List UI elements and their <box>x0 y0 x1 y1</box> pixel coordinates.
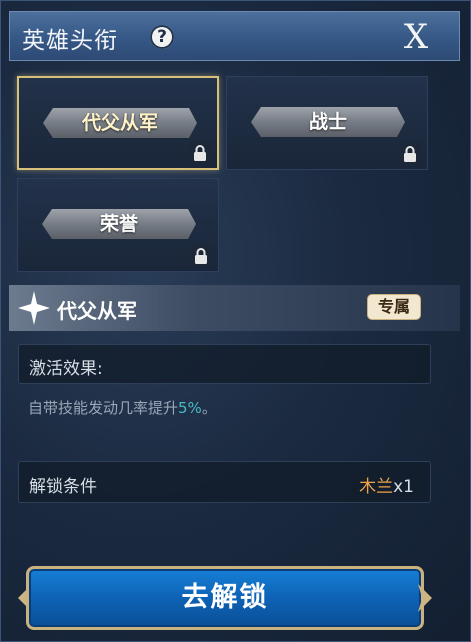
effect-panel: 激活效果: <box>18 344 431 384</box>
unlock-condition-panel: 解锁条件 木兰x1 <box>18 461 431 503</box>
go-unlock-label: 去解锁 <box>181 582 269 613</box>
effect-description: 自带技能发动几率提升5%。 <box>28 397 217 418</box>
title-card-zhanshi[interactable]: 战士 <box>226 76 428 170</box>
star-icon <box>18 291 50 325</box>
effect-label: 激活效果: <box>29 359 103 379</box>
page-title: 英雄头衔 <box>22 28 118 54</box>
title-card-label: 战士 <box>308 111 347 133</box>
lock-icon <box>399 143 421 165</box>
title-card-daifucongjun[interactable]: 代父从军 <box>17 76 219 170</box>
effect-desc-value: 5% <box>178 399 202 417</box>
selected-title-name: 代父从军 <box>57 299 137 323</box>
unlock-condition-value: 木兰x1 <box>359 472 414 497</box>
unlock-condition-label: 解锁条件 <box>29 477 97 497</box>
close-button[interactable]: X <box>394 18 438 56</box>
unlock-item-qty: x1 <box>393 477 414 497</box>
help-icon[interactable]: ? <box>150 25 174 49</box>
title-card-label: 代父从军 <box>81 112 158 134</box>
exclusive-badge: 专属 <box>367 294 421 320</box>
lock-icon <box>190 245 212 267</box>
lock-icon <box>189 142 211 164</box>
go-unlock-button[interactable]: 去解锁 <box>26 566 424 630</box>
effect-desc-text: 自带技能发动几率提升 <box>28 399 179 417</box>
title-card-rongyu[interactable]: 荣誉 <box>17 178 219 272</box>
effect-desc-suffix: 。 <box>201 399 217 417</box>
unlock-item-name: 木兰 <box>359 477 394 497</box>
header-bar: 英雄头衔 ? X <box>9 11 460 61</box>
title-card-label: 荣誉 <box>99 213 138 235</box>
unlock-button-wrap: 去解锁 <box>18 566 432 630</box>
selected-title-bar: 代父从军 专属 <box>9 285 460 331</box>
